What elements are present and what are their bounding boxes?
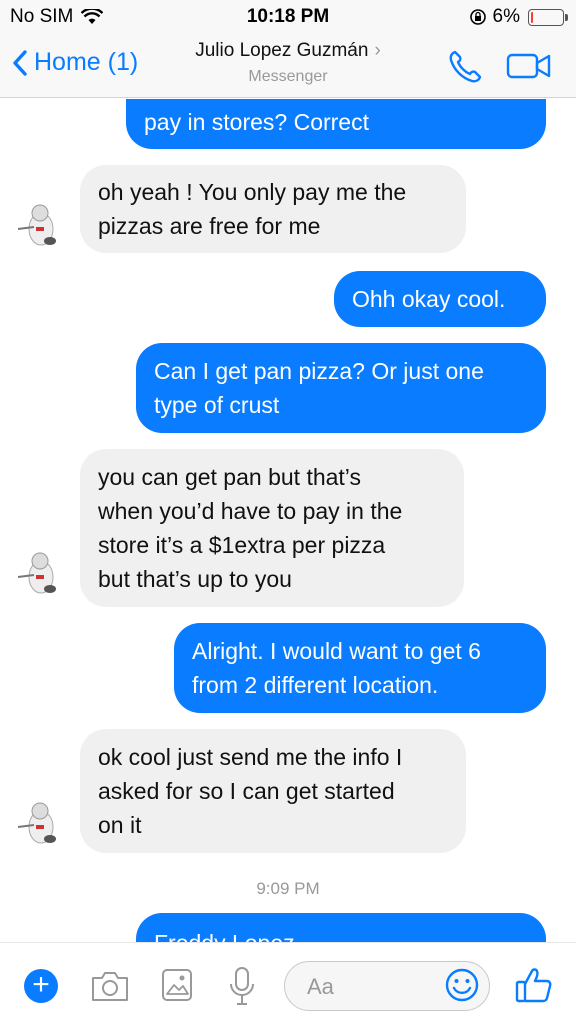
status-right: 6% — [469, 6, 568, 28]
video-call-icon[interactable] — [506, 50, 552, 82]
contact-avatar[interactable] — [14, 547, 68, 601]
microphone-icon[interactable] — [228, 965, 256, 1007]
battery-percent: 6% — [492, 6, 520, 27]
message-text: when you’d have to pay in the — [98, 498, 403, 524]
message-timestamp: 9:09 PM — [256, 879, 320, 898]
thumbs-up-icon[interactable] — [514, 965, 554, 1005]
message-bubble-received[interactable]: oh yeah ! You only pay me the pizzas are… — [80, 165, 466, 253]
chevron-right-icon: › — [374, 40, 381, 61]
message-text: store it’s a $1extra per pizza — [98, 532, 386, 558]
plus-icon[interactable]: + — [24, 969, 58, 1003]
camera-icon[interactable] — [90, 969, 130, 1003]
contact-avatar[interactable] — [14, 199, 68, 253]
battery-level-fill — [531, 11, 533, 23]
message-text: Can I get pan pizza? Or just one — [154, 358, 484, 384]
contact-title[interactable]: Julio Lopez Guzmán › Messenger — [0, 40, 576, 86]
message-text: from 2 different location. — [192, 672, 439, 698]
message-text: on it — [98, 812, 142, 838]
phone-call-icon[interactable] — [446, 48, 484, 86]
message-text: Ohh okay cool. — [352, 286, 506, 312]
message-bubble-sent[interactable]: Freddy Lopez — [136, 913, 546, 942]
contact-avatar[interactable] — [14, 797, 68, 851]
battery-icon — [528, 8, 568, 26]
message-bubble-received[interactable]: you can get pan but that’s when you’d ha… — [80, 449, 464, 607]
contact-name: Julio Lopez Guzmán — [195, 40, 369, 61]
message-text: Alright. I would want to get 6 — [192, 638, 481, 664]
status-bar: No SIM 10:18 PM 6% — [0, 0, 576, 34]
message-text: type of crust — [154, 392, 280, 418]
contact-subtitle: Messenger — [248, 68, 328, 85]
message-text: pay in stores? Correct — [144, 109, 369, 135]
message-text: asked for so I can get started — [98, 778, 395, 804]
message-composer: + Aa — [0, 942, 576, 1024]
message-bubble-sent[interactable]: Can I get pan pizza? Or just one type of… — [136, 343, 546, 433]
message-text: you can get pan but that’s — [98, 464, 361, 490]
message-text: pizzas are free for me — [98, 213, 321, 239]
gallery-icon[interactable] — [160, 967, 194, 1003]
message-bubble-sent[interactable]: Ohh okay cool. — [334, 271, 546, 327]
emoji-icon[interactable] — [444, 967, 480, 1003]
message-text: oh yeah ! You only pay me the — [98, 179, 407, 205]
orientation-lock-icon — [469, 9, 486, 25]
conversation-header: Home (1) Julio Lopez Guzmán › Messenger — [0, 34, 576, 98]
message-bubble-sent[interactable]: pay in stores? Correct — [126, 99, 546, 149]
message-bubble-sent[interactable]: Alright. I would want to get 6 from 2 di… — [174, 623, 546, 713]
message-text: Freddy Lopez — [154, 926, 528, 942]
message-bubble-received[interactable]: ok cool just send me the info I asked fo… — [80, 729, 466, 853]
message-input-placeholder: Aa — [307, 974, 334, 999]
message-thread: pay in stores? Correct oh yeah ! You onl… — [0, 99, 576, 942]
message-text: ok cool just send me the info I — [98, 744, 403, 770]
message-text: but that’s up to you — [98, 566, 292, 592]
